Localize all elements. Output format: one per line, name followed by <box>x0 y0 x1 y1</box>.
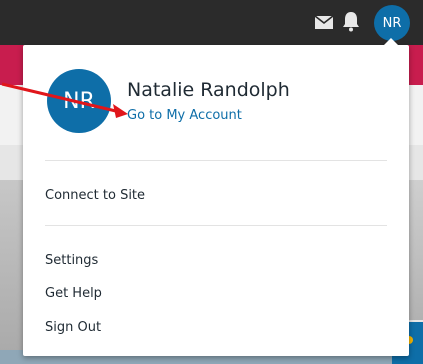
avatar-button[interactable]: NR <box>374 5 410 41</box>
bell-icon[interactable] <box>341 10 361 32</box>
user-name: Natalie Randolph <box>127 79 290 101</box>
menu-item-settings[interactable]: Settings <box>45 253 98 268</box>
top-bar: NR <box>0 0 423 45</box>
go-to-my-account-link[interactable]: Go to My Account <box>127 108 242 123</box>
divider <box>45 160 387 161</box>
divider <box>45 225 387 226</box>
mail-icon[interactable] <box>314 13 334 31</box>
menu-caret <box>383 38 399 46</box>
menu-item-get-help[interactable]: Get Help <box>45 286 102 301</box>
menu-item-connect-to-site[interactable]: Connect to Site <box>45 188 145 203</box>
menu-item-sign-out[interactable]: Sign Out <box>45 320 101 335</box>
annotation-arrow <box>1 82 128 118</box>
